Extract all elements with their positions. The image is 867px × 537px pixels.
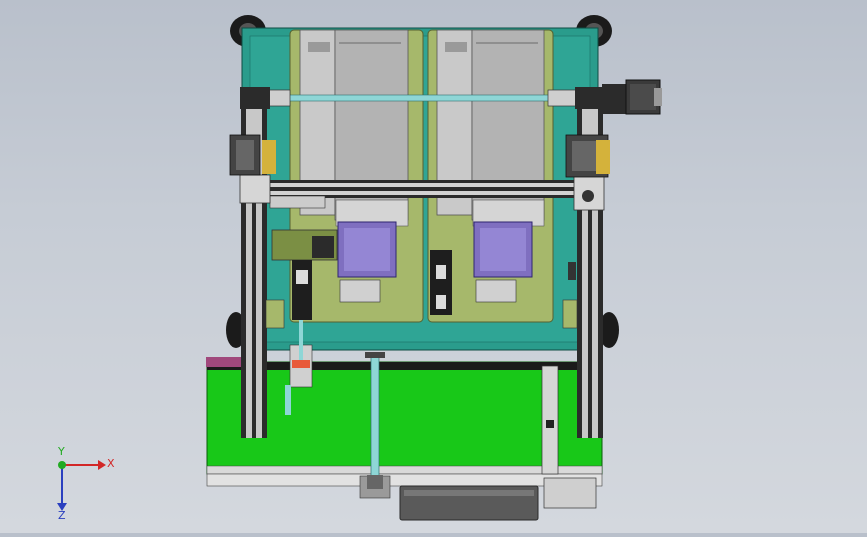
x-axis-label: X — [107, 457, 115, 470]
assembly-drawing — [206, 15, 662, 521]
z-axis-label: Z — [58, 509, 66, 522]
y-axis-label: Y — [58, 445, 65, 458]
cad-viewport[interactable]: X Y Z — [0, 0, 867, 533]
accent-bar — [206, 357, 241, 367]
axis-triad: X Y Z — [30, 445, 120, 525]
x-axis-arrowhead — [98, 460, 106, 470]
y-axis-dot — [58, 461, 66, 469]
stepper-motor — [602, 79, 662, 115]
conveyor-end-roller — [206, 473, 603, 487]
